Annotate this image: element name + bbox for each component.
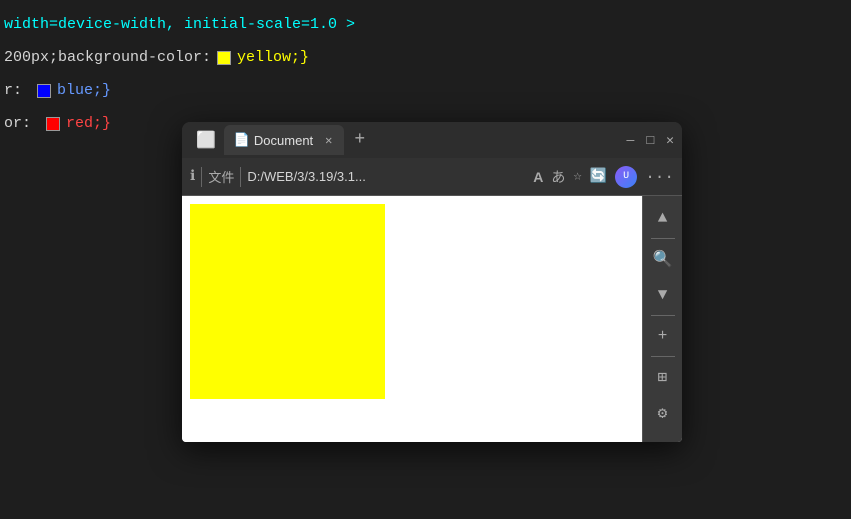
tab-close-button[interactable]: ✕: [323, 133, 334, 148]
close-window-button[interactable]: ✕: [666, 133, 674, 148]
more-options-icon[interactable]: ···: [645, 168, 674, 186]
code-line-1: width=device-width, initial-scale=1.0 >: [4, 8, 847, 41]
tab-favicon-icon: 📄: [234, 133, 248, 147]
code-line-2: 200px;background-color: yellow;}: [4, 41, 847, 74]
toolbar-separator-1: [201, 167, 202, 187]
avatar-initial: U: [623, 171, 629, 182]
profile-avatar[interactable]: U: [615, 166, 637, 188]
code-text-2b: yellow;}: [237, 41, 309, 74]
sidebar-capture-button[interactable]: ⊞: [645, 359, 681, 395]
blue-swatch: [37, 84, 51, 98]
favorites-icon[interactable]: ☆: [573, 168, 581, 185]
sidebar-separator-1: [651, 238, 675, 239]
code-text-3a: r:: [4, 74, 31, 107]
info-icon[interactable]: ℹ: [190, 168, 195, 185]
window-controls: — □ ✕: [627, 133, 674, 148]
browser-sidebar: ▲ 🔍 ▼ + ⊞ ⚙: [642, 196, 682, 442]
browser-extension-icon[interactable]: 🔄: [590, 168, 607, 185]
address-bar[interactable]: D:/WEB/3/3.19/3.1...: [247, 169, 527, 184]
sidebar-separator-2: [651, 315, 675, 316]
browser-tabbar: ⬜ 📄 Document ✕ + — □ ✕: [182, 122, 682, 158]
maximize-button[interactable]: □: [646, 133, 654, 148]
tab-title: Document: [254, 133, 313, 148]
sidebar-separator-3: [651, 356, 675, 357]
new-tab-button[interactable]: +: [346, 130, 373, 150]
code-text-4a: or:: [4, 107, 40, 140]
browser-toolbar: ℹ 文件 D:/WEB/3/3.19/3.1... A あ ☆ 🔄 U ···: [182, 158, 682, 196]
sidebar-scroll-down-button[interactable]: ▼: [645, 277, 681, 313]
read-aloud-icon[interactable]: A: [533, 169, 543, 185]
red-swatch: [46, 117, 60, 131]
browser-active-tab[interactable]: 📄 Document ✕: [224, 125, 344, 155]
browser-back-icon[interactable]: ⬜: [190, 126, 222, 154]
sidebar-add-button[interactable]: +: [645, 318, 681, 354]
browser-window: ⬜ 📄 Document ✕ + — □ ✕ ℹ 文件 D:/WEB/3/3.1…: [182, 122, 682, 442]
sidebar-search-button[interactable]: 🔍: [645, 241, 681, 277]
browser-content-area: ▲ 🔍 ▼ + ⊞ ⚙: [182, 196, 682, 442]
search-icon: 🔍: [653, 249, 673, 269]
code-line-3: r: blue;}: [4, 74, 847, 107]
yellow-swatch: [217, 51, 231, 65]
sidebar-settings-button[interactable]: ⚙: [645, 395, 681, 431]
minimize-button[interactable]: —: [627, 133, 635, 148]
code-text-1: width=device-width, initial-scale=1.0 >: [4, 8, 355, 41]
gear-icon: ⚙: [658, 403, 668, 423]
code-text-3b: blue;}: [57, 74, 111, 107]
code-text-4b: red;}: [66, 107, 111, 140]
yellow-rectangle: [190, 204, 385, 399]
toolbar-icons: A あ ☆ 🔄 U ···: [533, 166, 674, 188]
sidebar-scroll-up-button[interactable]: ▲: [645, 200, 681, 236]
browser-page: [182, 196, 642, 442]
toolbar-file-label: 文件: [208, 167, 234, 186]
toolbar-separator-2: [240, 167, 241, 187]
immersive-reader-icon[interactable]: あ: [551, 167, 565, 187]
code-text-2a: 200px;background-color:: [4, 41, 211, 74]
